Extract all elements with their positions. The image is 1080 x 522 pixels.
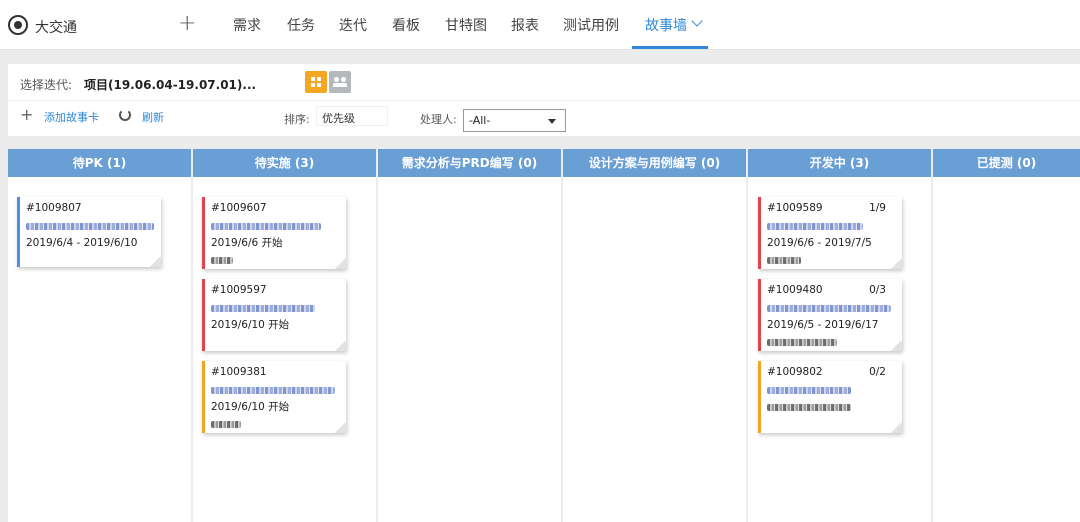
- card-owner: [767, 253, 896, 267]
- card-fold: [334, 341, 346, 351]
- sort-select[interactable]: 优先级: [316, 106, 388, 126]
- card-fold: [334, 259, 346, 269]
- column-requirement-analysis: 需求分析与PRD编写 (0): [378, 149, 561, 522]
- handler-label: 处理人:: [420, 113, 457, 126]
- column-header: 待实施 (3): [193, 149, 376, 177]
- card-owner: [211, 417, 340, 431]
- card-id-row: #1009802 0/2: [767, 366, 896, 380]
- column-header: 设计方案与用例编写 (0): [563, 149, 746, 177]
- tab-gantt[interactable]: 甘特图: [445, 15, 487, 35]
- card-date: 2019/6/5 - 2019/6/17: [767, 319, 879, 331]
- card-date: 2019/6/10 开始: [211, 319, 290, 331]
- person-view-icon[interactable]: [329, 71, 351, 93]
- iteration-label: 选择迭代:: [20, 78, 73, 92]
- tab-story-wall[interactable]: 故事墙: [645, 15, 687, 35]
- tab-tasks[interactable]: 任务: [287, 15, 315, 35]
- story-board: 待PK (1) #1009807 2019/6/4 - 2019/6/10 待实…: [8, 149, 1080, 522]
- card-date: 2019/6/10 开始: [211, 401, 290, 413]
- app-title: 大交通: [35, 20, 77, 36]
- card-title: [767, 383, 896, 397]
- card-title: [211, 383, 340, 397]
- column-to-implement: 待实施 (3) #1009607 2019/6/6 开始 #1009597 20…: [193, 149, 376, 522]
- story-card[interactable]: #1009802 0/2: [758, 361, 902, 433]
- card-id-row: #1009589 1/9: [767, 202, 896, 216]
- subtask-count: 1/9: [869, 202, 886, 214]
- create-button[interactable]: +: [178, 12, 196, 36]
- card-id: #1009589: [767, 202, 823, 214]
- card-owner: [211, 253, 340, 267]
- column-header: 已提测 (0): [933, 149, 1080, 177]
- card-id: #1009480: [767, 284, 823, 296]
- card-title: [767, 301, 896, 315]
- card-date: 2019/6/6 - 2019/7/5: [767, 237, 872, 249]
- chevron-down-icon[interactable]: [691, 15, 703, 27]
- refresh-icon[interactable]: [119, 109, 131, 121]
- tab-reports[interactable]: 报表: [511, 15, 539, 35]
- column-header: 需求分析与PRD编写 (0): [378, 149, 561, 177]
- card-fold: [890, 423, 902, 433]
- story-card[interactable]: #1009480 0/3 2019/6/5 - 2019/6/17: [758, 279, 902, 351]
- column-pending-pk: 待PK (1) #1009807 2019/6/4 - 2019/6/10: [8, 149, 191, 522]
- handler-select-value: -All-: [469, 114, 491, 127]
- card-title: [211, 219, 340, 233]
- card-title: [26, 219, 155, 233]
- iteration-selector[interactable]: 项目(19.06.04-19.07.01)...: [84, 76, 256, 93]
- toolbar: 选择迭代: 项目(19.06.04-19.07.01)... + 添加故事卡 刷…: [8, 64, 1080, 136]
- card-fold: [334, 423, 346, 433]
- handler-select[interactable]: -All-: [463, 109, 566, 132]
- refresh-button[interactable]: 刷新: [142, 109, 164, 125]
- app-logo-icon: [8, 15, 28, 35]
- card-fold: [890, 341, 902, 351]
- tab-requirements[interactable]: 需求: [233, 15, 261, 35]
- card-id: #1009381: [211, 366, 267, 378]
- add-icon[interactable]: +: [20, 107, 33, 123]
- subtask-count: 0/2: [869, 366, 886, 378]
- top-nav: 大交通 + 需求 任务 迭代 看板 甘特图 报表 测试用例 故事墙: [0, 0, 1080, 50]
- sort-label: 排序:: [284, 113, 310, 126]
- story-card[interactable]: #1009607 2019/6/6 开始: [202, 197, 346, 269]
- column-submitted-for-test: 已提测 (0): [933, 149, 1080, 522]
- tab-test-cases[interactable]: 测试用例: [563, 15, 619, 35]
- story-card[interactable]: #1009807 2019/6/4 - 2019/6/10: [17, 197, 161, 267]
- subtask-count: 0/3: [869, 284, 886, 296]
- column-header: 开发中 (3): [748, 149, 931, 177]
- add-story-card-button[interactable]: 添加故事卡: [44, 109, 99, 125]
- card-fold: [149, 257, 161, 267]
- active-tab-indicator: [632, 46, 708, 49]
- card-subtitle: [767, 400, 896, 414]
- toolbar-divider: [8, 100, 1080, 101]
- grid-view-icon[interactable]: [305, 71, 327, 93]
- card-date: 2019/6/6 开始: [211, 237, 283, 249]
- card-owner: [767, 335, 896, 349]
- story-card[interactable]: #1009589 1/9 2019/6/6 - 2019/7/5: [758, 197, 902, 269]
- card-id: #1009802: [767, 366, 823, 378]
- card-title: [767, 219, 896, 233]
- story-card[interactable]: #1009597 2019/6/10 开始: [202, 279, 346, 351]
- card-id: #1009597: [211, 284, 267, 296]
- column-header: 待PK (1): [8, 149, 191, 177]
- tab-kanban[interactable]: 看板: [392, 15, 420, 35]
- card-id: #1009807: [26, 202, 82, 214]
- column-in-development: 开发中 (3) #1009589 1/9 2019/6/6 - 2019/7/5…: [748, 149, 931, 522]
- story-card[interactable]: #1009381 2019/6/10 开始: [202, 361, 346, 433]
- card-id: #1009607: [211, 202, 267, 214]
- card-title: [211, 301, 340, 315]
- column-design: 设计方案与用例编写 (0): [563, 149, 746, 522]
- card-date: 2019/6/4 - 2019/6/10: [26, 237, 138, 249]
- card-fold: [890, 259, 902, 269]
- tab-iterations[interactable]: 迭代: [339, 15, 367, 35]
- dropdown-arrow-icon: [548, 119, 556, 124]
- card-id-row: #1009480 0/3: [767, 284, 896, 298]
